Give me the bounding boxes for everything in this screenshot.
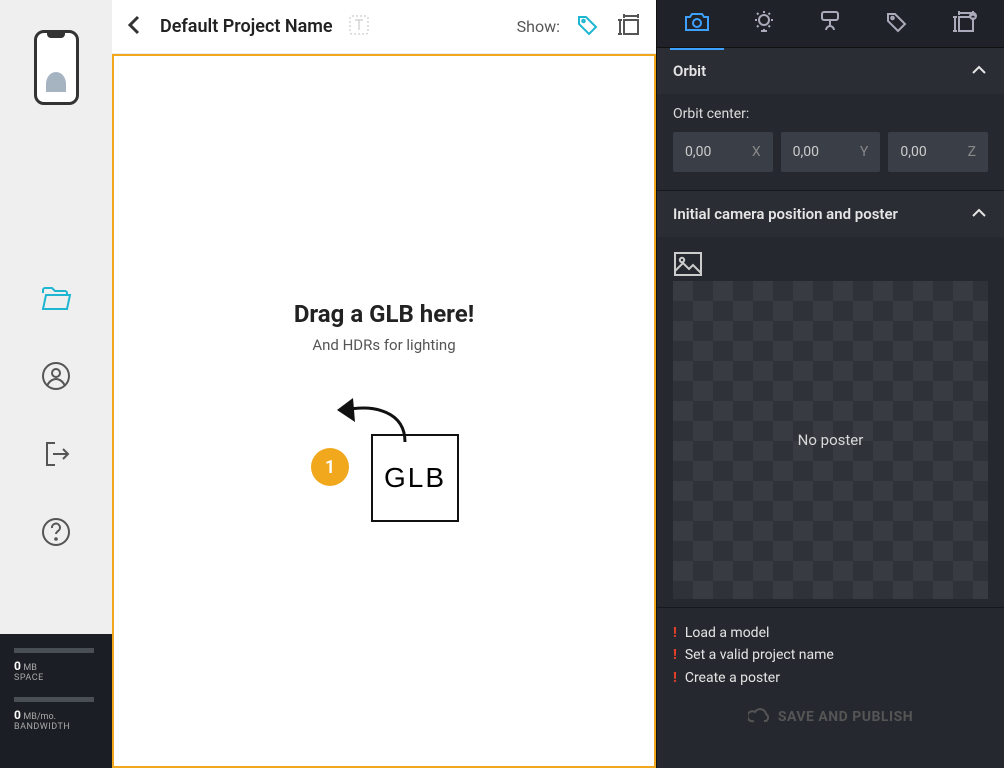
warning-row: ! Create a poster: [673, 667, 988, 689]
poster-box[interactable]: No poster: [673, 281, 988, 599]
section-orbit-title: Orbit: [673, 62, 706, 80]
glb-box-icon: GLB: [371, 434, 459, 522]
right-panel: Orbit Orbit center: 0,00 X 0,00 Y 0,00 Z…: [656, 0, 1004, 768]
storage-value: 0: [14, 659, 21, 673]
save-and-publish-button[interactable]: SAVE AND PUBLISH: [657, 697, 1004, 731]
cloud-upload-icon: [748, 707, 770, 727]
poster-area: No poster: [657, 237, 1004, 607]
edit-text-icon[interactable]: [349, 15, 369, 39]
storage-label: SPACE: [14, 673, 98, 683]
orbit-y-input[interactable]: 0,00 Y: [781, 132, 881, 172]
orbit-y-axis: Y: [860, 144, 868, 160]
bandwidth-label: BANDWIDTH: [14, 722, 98, 732]
warning-row: ! Set a valid project name: [673, 644, 988, 666]
orbit-x-axis: X: [752, 144, 761, 160]
tab-annotations[interactable]: [877, 0, 917, 50]
tab-lighting[interactable]: [744, 0, 784, 51]
device-preview-icon[interactable]: [34, 30, 79, 105]
orbit-z-input[interactable]: 0,00 Z: [888, 132, 988, 172]
orbit-y-value: 0,00: [793, 144, 819, 160]
help-circle-icon[interactable]: [41, 517, 71, 551]
step-badge: 1: [311, 448, 349, 486]
bandwidth-value: 0: [14, 708, 21, 722]
glb-graphic: GLB 1: [299, 392, 469, 522]
warning-icon: !: [673, 667, 677, 689]
tab-camera[interactable]: [676, 0, 718, 49]
orbit-center-label: Orbit center:: [673, 106, 988, 122]
tab-materials[interactable]: [810, 0, 850, 51]
drop-subtitle: And HDRs for lighting: [312, 336, 455, 354]
orbit-x-input[interactable]: 0,00 X: [673, 132, 773, 172]
orbit-body: Orbit center: 0,00 X 0,00 Y 0,00 Z: [657, 94, 1004, 190]
project-name[interactable]: Default Project Name: [160, 16, 333, 37]
warning-row: ! Load a model: [673, 622, 988, 644]
no-poster-text: No poster: [798, 431, 864, 449]
orbit-center-row: 0,00 X 0,00 Y 0,00 Z: [673, 132, 988, 172]
warning-text: Set a valid project name: [685, 644, 834, 666]
storage-stat: 0 MB SPACE: [14, 648, 98, 683]
image-icon[interactable]: [673, 262, 703, 281]
folder-open-icon[interactable]: [40, 285, 72, 317]
logout-icon[interactable]: [41, 439, 71, 473]
drop-area[interactable]: Drag a GLB here! And HDRs for lighting G…: [112, 54, 656, 768]
show-label: Show:: [517, 17, 560, 36]
tab-ar[interactable]: [943, 0, 985, 50]
sidebar-usage-panel: 0 MB SPACE 0 MB/mo. BANDWIDTH: [0, 634, 112, 768]
left-sidebar: 0 MB SPACE 0 MB/mo. BANDWIDTH: [0, 0, 112, 768]
orbit-x-value: 0,00: [685, 144, 711, 160]
right-tabs: [657, 0, 1004, 48]
chevron-up-icon: [970, 205, 988, 223]
center-header: Default Project Name Show:: [112, 0, 656, 54]
back-chevron-icon[interactable]: [126, 14, 144, 40]
user-circle-icon[interactable]: [41, 361, 71, 395]
section-camera-header[interactable]: Initial camera position and poster: [657, 190, 1004, 237]
section-orbit-header[interactable]: Orbit: [657, 48, 1004, 94]
chevron-up-icon: [970, 62, 988, 80]
sidebar-nav: [40, 285, 72, 551]
drop-title: Drag a GLB here!: [294, 300, 474, 328]
warning-icon: !: [673, 644, 677, 666]
warning-text: Load a model: [685, 622, 770, 644]
warnings-list: ! Load a model ! Set a valid project nam…: [657, 607, 1004, 697]
warning-icon: !: [673, 622, 677, 644]
bandwidth-stat: 0 MB/mo. BANDWIDTH: [14, 697, 98, 732]
tag-icon[interactable]: [576, 13, 600, 41]
section-camera-title: Initial camera position and poster: [673, 205, 898, 223]
warning-text: Create a poster: [685, 667, 780, 689]
orbit-z-axis: Z: [968, 144, 976, 160]
center-column: Default Project Name Show: Drag a GLB he…: [112, 0, 656, 768]
bandwidth-unit: MB/mo.: [23, 712, 56, 722]
dimensions-icon[interactable]: [616, 13, 642, 41]
publish-label: SAVE AND PUBLISH: [778, 709, 913, 725]
orbit-z-value: 0,00: [900, 144, 926, 160]
storage-unit: MB: [23, 663, 36, 673]
